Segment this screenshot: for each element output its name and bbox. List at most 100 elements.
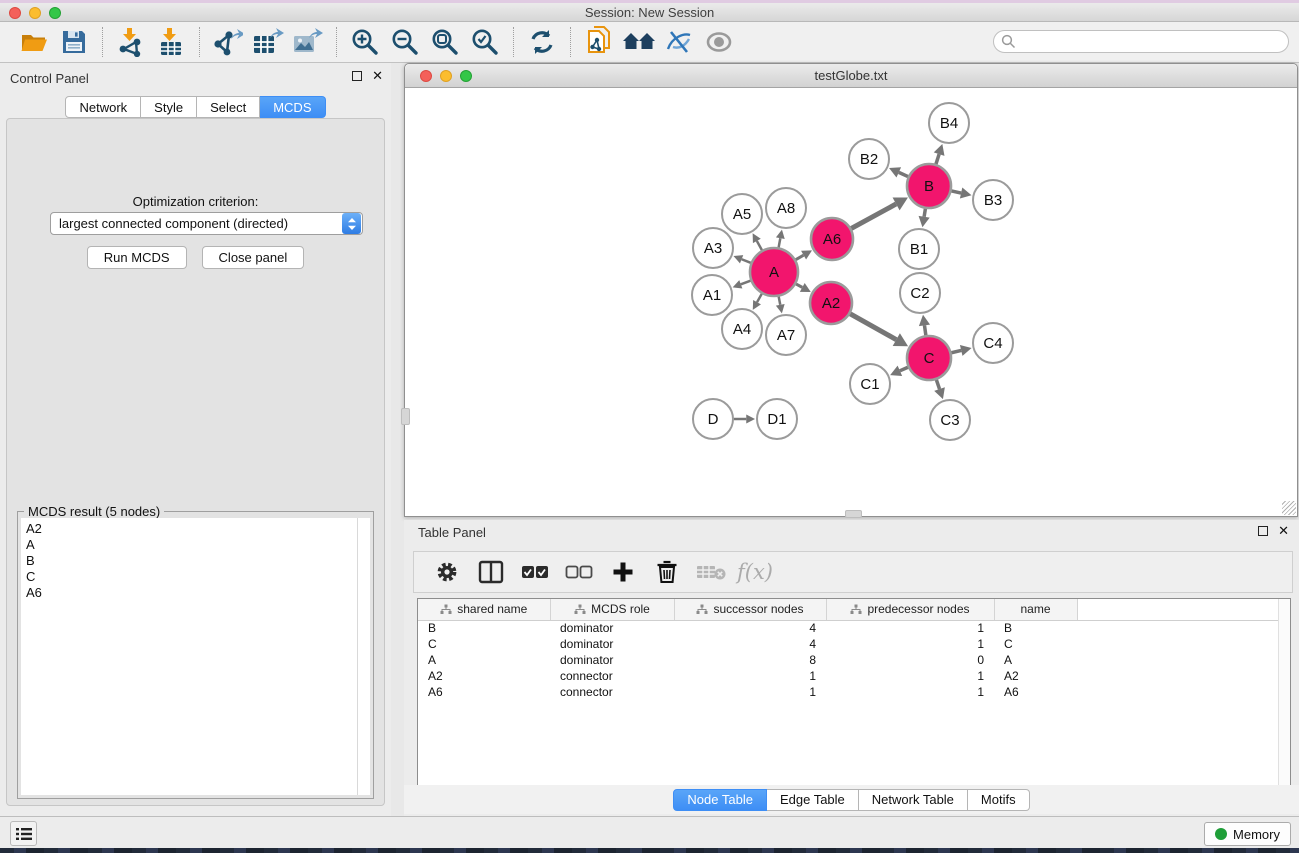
float-panel-icon[interactable] — [352, 71, 362, 81]
result-scrollbar[interactable] — [357, 518, 370, 795]
cell[interactable]: C — [994, 636, 1077, 652]
cell[interactable]: 1 — [674, 668, 826, 684]
cell[interactable]: A6 — [418, 684, 550, 700]
result-item[interactable]: C — [26, 569, 357, 585]
cell[interactable]: 1 — [826, 684, 994, 700]
cell[interactable]: C — [418, 636, 550, 652]
export-image-icon[interactable] — [288, 25, 328, 59]
edge-B-B2[interactable] — [899, 172, 908, 176]
vertical-scroll-thumb[interactable] — [401, 408, 410, 425]
tab-select[interactable]: Select — [197, 96, 260, 118]
column-header-successor-nodes[interactable]: successor nodes — [674, 599, 826, 620]
cell[interactable]: connector — [550, 684, 674, 700]
close-panel-icon[interactable]: ✕ — [372, 71, 383, 81]
edge-A-A8[interactable] — [779, 238, 781, 247]
run-mcds-button[interactable]: Run MCDS — [87, 246, 187, 269]
column-header-name[interactable]: name — [994, 599, 1077, 620]
edge-A6-B[interactable] — [851, 204, 896, 228]
memory-button[interactable]: Memory — [1204, 822, 1291, 846]
result-item[interactable]: B — [26, 553, 357, 569]
cell[interactable]: A — [994, 652, 1077, 668]
result-item[interactable]: A — [26, 537, 357, 553]
window-resize-grip[interactable] — [1282, 501, 1296, 515]
clone-network-icon[interactable] — [579, 25, 619, 59]
table-row[interactable]: Adominator80A — [418, 652, 1290, 668]
zoom-out-icon[interactable] — [385, 25, 425, 59]
zoom-selected-icon[interactable] — [465, 25, 505, 59]
cell[interactable]: A — [418, 652, 550, 668]
refresh-icon[interactable] — [522, 25, 562, 59]
export-table-icon[interactable] — [248, 25, 288, 59]
cell[interactable]: 8 — [674, 652, 826, 668]
cell[interactable]: 1 — [826, 636, 994, 652]
cell[interactable]: 0 — [826, 652, 994, 668]
cell[interactable]: A2 — [418, 668, 550, 684]
cell[interactable]: A6 — [994, 684, 1077, 700]
cell[interactable]: dominator — [550, 652, 674, 668]
add-row-icon[interactable] — [606, 557, 640, 587]
edge-A-A4[interactable] — [757, 294, 762, 302]
hide-panels-icon[interactable] — [659, 25, 699, 59]
cell[interactable]: B — [418, 620, 550, 636]
open-file-icon[interactable] — [14, 25, 54, 59]
edge-A2-C[interactable] — [850, 314, 896, 340]
deselect-all-icon[interactable] — [562, 557, 596, 587]
cell[interactable]: 4 — [674, 620, 826, 636]
tab-node-table[interactable]: Node Table — [673, 789, 767, 811]
cell[interactable]: connector — [550, 668, 674, 684]
search-input[interactable] — [1016, 33, 1288, 51]
edge-B-B4[interactable] — [936, 154, 939, 164]
edge-A-A1[interactable] — [741, 281, 751, 285]
column-header-predecessor-nodes[interactable]: predecessor nodes — [826, 599, 994, 620]
task-history-button[interactable] — [10, 821, 37, 846]
edge-B-B1[interactable] — [924, 209, 925, 217]
table-row[interactable]: Bdominator41B — [418, 620, 1290, 636]
save-session-icon[interactable] — [54, 25, 94, 59]
result-item[interactable]: A6 — [26, 585, 357, 601]
tab-network-table[interactable]: Network Table — [859, 789, 968, 811]
float-table-panel-icon[interactable] — [1258, 526, 1268, 536]
optimization-criterion-select[interactable]: largest connected component (directed) — [50, 212, 363, 235]
close-table-panel-icon[interactable]: ✕ — [1278, 526, 1289, 536]
delete-row-icon[interactable] — [650, 557, 684, 587]
tab-edge-table[interactable]: Edge Table — [767, 789, 859, 811]
column-header-shared-name[interactable]: shared name — [418, 599, 550, 620]
edge-C-C2[interactable] — [924, 325, 925, 335]
edge-A-A5[interactable] — [757, 241, 762, 250]
cell[interactable]: dominator — [550, 636, 674, 652]
table-row[interactable]: Cdominator41C — [418, 636, 1290, 652]
cell[interactable]: 1 — [826, 620, 994, 636]
home-icon[interactable] — [619, 25, 659, 59]
settings-gear-icon[interactable] — [430, 557, 464, 587]
select-all-icon[interactable] — [518, 557, 552, 587]
mcds-result-list[interactable]: A2ABCA6 — [21, 518, 357, 795]
zoom-fit-icon[interactable] — [425, 25, 465, 59]
import-table-icon[interactable] — [151, 25, 191, 59]
import-network-icon[interactable] — [111, 25, 151, 59]
cell[interactable]: 1 — [674, 684, 826, 700]
edge-C-C3[interactable] — [936, 380, 939, 389]
tab-network[interactable]: Network — [65, 96, 141, 118]
export-network-icon[interactable] — [208, 25, 248, 59]
tab-motifs[interactable]: Motifs — [968, 789, 1030, 811]
tab-style[interactable]: Style — [141, 96, 197, 118]
edge-A-A7[interactable] — [779, 297, 781, 305]
cell[interactable]: A2 — [994, 668, 1077, 684]
edge-A-A6[interactable] — [796, 255, 804, 259]
result-item[interactable]: A2 — [26, 521, 357, 537]
tab-mcds[interactable]: MCDS — [260, 96, 325, 118]
table-row[interactable]: A6connector11A6 — [418, 684, 1290, 700]
cell[interactable]: 1 — [826, 668, 994, 684]
edge-A-A3[interactable] — [742, 259, 751, 263]
cell[interactable]: dominator — [550, 620, 674, 636]
column-header-MCDS-role[interactable]: MCDS role — [550, 599, 674, 620]
edge-B-B3[interactable] — [951, 191, 961, 193]
zoom-in-icon[interactable] — [345, 25, 385, 59]
table-scrollbar[interactable] — [1278, 599, 1290, 786]
close-panel-button[interactable]: Close panel — [202, 246, 305, 269]
table-row[interactable]: A2connector11A2 — [418, 668, 1290, 684]
edge-A-A2[interactable] — [796, 284, 802, 287]
horizontal-scroll-thumb[interactable] — [845, 510, 862, 518]
network-canvas[interactable]: AA1A2A3A4A5A6A7A8BB1B2B3B4CC1C2C3C4DD1 — [406, 89, 1296, 515]
show-details-icon[interactable] — [699, 25, 739, 59]
